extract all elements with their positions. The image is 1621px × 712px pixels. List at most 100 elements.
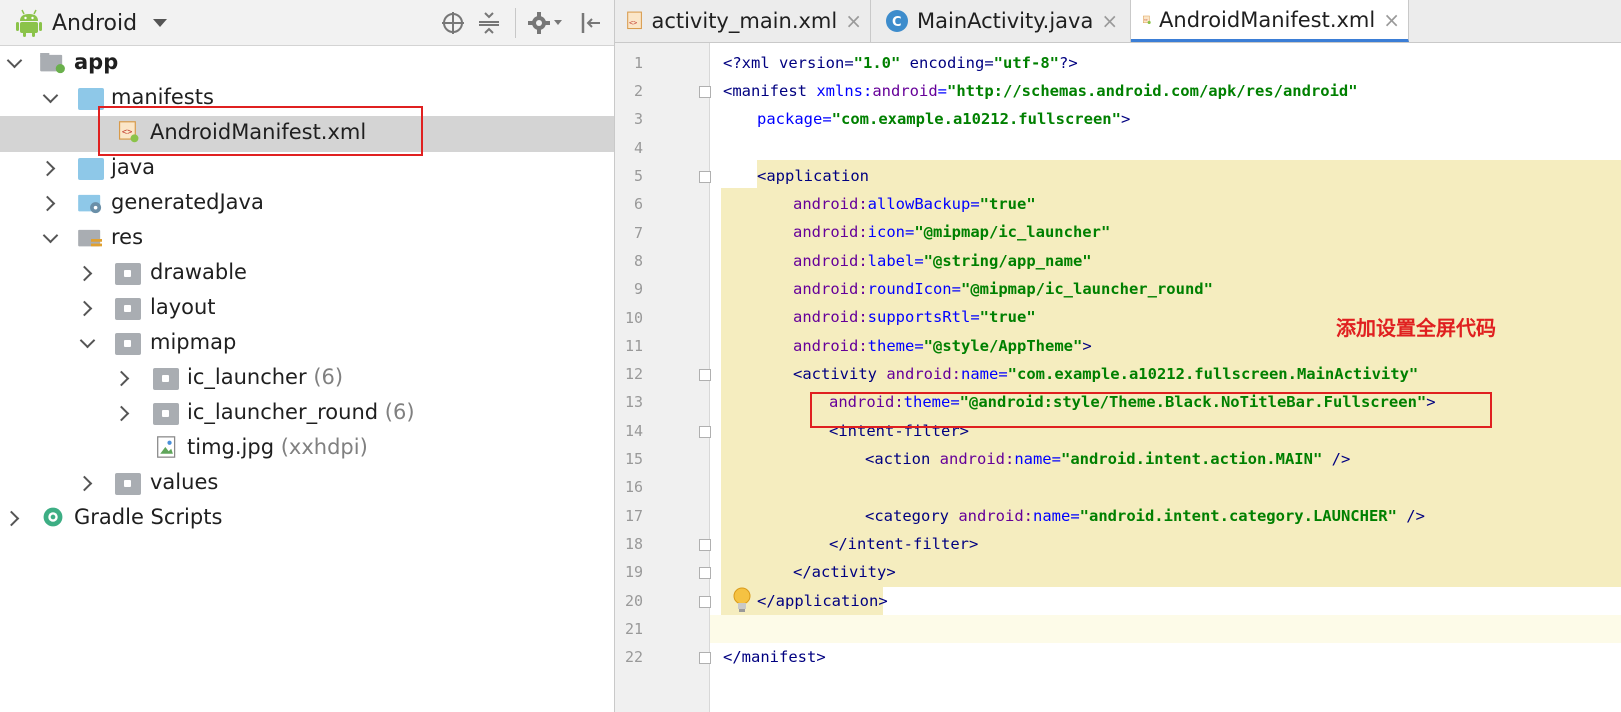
chevron-right-icon[interactable] bbox=[114, 373, 126, 385]
gradle-icon bbox=[43, 507, 63, 527]
tab-android-manifest[interactable]: <> AndroidManifest.xml × bbox=[1131, 0, 1409, 42]
xml-file-icon: <> bbox=[1143, 15, 1151, 24]
tree-row-timg[interactable]: timg.jpg (xxhdpi) bbox=[0, 431, 614, 467]
line-number: 6 bbox=[633, 195, 643, 213]
close-icon[interactable]: × bbox=[1101, 9, 1118, 33]
tree-label: ic_launcher_round (6) bbox=[187, 400, 415, 424]
folder-icon bbox=[153, 368, 179, 390]
chevron-right-icon[interactable] bbox=[40, 163, 52, 175]
collapse-all-icon[interactable] bbox=[477, 11, 501, 35]
resource-folder-icon bbox=[78, 229, 102, 247]
tree-row-ic-launcher[interactable]: ic_launcher (6) bbox=[0, 361, 614, 397]
tree-count: (6) bbox=[384, 400, 415, 424]
code-line-1: <?xml version="1.0" encoding="utf-8"?> bbox=[723, 54, 1078, 72]
line-number: 9 bbox=[633, 280, 643, 298]
tree-row-java[interactable]: java bbox=[0, 151, 614, 187]
code-line-8: android:label="@string/app_name" bbox=[793, 252, 1092, 270]
chevron-down-icon[interactable] bbox=[44, 93, 56, 105]
line-number: 18 bbox=[624, 535, 643, 553]
current-line-highlight bbox=[615, 615, 1621, 643]
line-number: 10 bbox=[624, 309, 643, 327]
scope-highlight bbox=[757, 160, 1621, 188]
lightbulb-icon[interactable] bbox=[732, 586, 752, 614]
chevron-right-icon[interactable] bbox=[77, 268, 89, 280]
tree-label: Gradle Scripts bbox=[74, 505, 223, 529]
tab-label: AndroidManifest.xml bbox=[1159, 7, 1376, 32]
chevron-down-icon bbox=[153, 19, 168, 27]
chevron-down-icon[interactable] bbox=[8, 58, 20, 70]
tree-row-values[interactable]: values bbox=[0, 466, 614, 502]
svg-text:<>: <> bbox=[1144, 17, 1148, 21]
line-number: 3 bbox=[633, 110, 643, 128]
tab-main-activity[interactable]: C MainActivity.java × bbox=[871, 0, 1131, 42]
fold-marker[interactable] bbox=[699, 369, 711, 381]
line-number: 12 bbox=[624, 365, 643, 383]
line-number: 2 bbox=[633, 82, 643, 100]
line-number: 8 bbox=[633, 252, 643, 270]
android-icon bbox=[16, 9, 42, 37]
line-number: 21 bbox=[624, 620, 643, 638]
folder-icon bbox=[153, 403, 179, 425]
hide-panel-icon[interactable] bbox=[578, 11, 602, 35]
tree-label: mipmap bbox=[150, 330, 237, 354]
code-line-11: android:theme="@style/AppTheme"> bbox=[793, 337, 1092, 355]
project-view-selector[interactable]: Android bbox=[16, 9, 168, 37]
code-line-12: <activity android:name="com.example.a102… bbox=[793, 365, 1419, 383]
code-editor: <> activity_main.xml × C MainActivity.ja… bbox=[615, 0, 1621, 712]
code-line-20: </application> bbox=[757, 592, 888, 610]
line-number: 4 bbox=[633, 139, 643, 157]
toolbar-divider bbox=[515, 8, 516, 38]
highlight-box-theme-line bbox=[810, 392, 1492, 428]
gear-icon[interactable] bbox=[527, 11, 551, 35]
fold-marker[interactable] bbox=[699, 652, 711, 664]
code-line-10: android:supportsRtl="true" bbox=[793, 308, 1036, 326]
code-line-19: </activity> bbox=[793, 563, 896, 581]
line-number: 22 bbox=[624, 648, 643, 666]
tree-row-drawable[interactable]: drawable bbox=[0, 256, 614, 292]
fold-marker[interactable] bbox=[699, 539, 711, 551]
tree-row-app[interactable]: app bbox=[0, 46, 614, 82]
tab-activity-main[interactable]: <> activity_main.xml × bbox=[615, 0, 871, 42]
generated-folder-icon bbox=[78, 194, 102, 214]
fold-marker[interactable] bbox=[699, 567, 711, 579]
tree-row-gradle-scripts[interactable]: Gradle Scripts bbox=[0, 501, 614, 537]
code-line-6: android:allowBackup="true" bbox=[793, 195, 1036, 213]
project-toolbar: Android bbox=[0, 0, 614, 46]
chevron-down-icon[interactable] bbox=[44, 233, 56, 245]
settings-dropdown-caret[interactable] bbox=[554, 20, 562, 25]
fold-marker[interactable] bbox=[699, 426, 711, 438]
code-line-17: <category android:name="android.intent.c… bbox=[865, 507, 1425, 525]
chevron-down-icon[interactable] bbox=[81, 338, 93, 350]
tree-row-layout[interactable]: layout bbox=[0, 291, 614, 327]
tree-label: java bbox=[111, 155, 155, 179]
locate-target-icon[interactable] bbox=[441, 11, 465, 35]
code-line-18: </intent-filter> bbox=[829, 535, 979, 553]
line-number: 14 bbox=[624, 422, 643, 440]
tree-row-ic-launcher-round[interactable]: ic_launcher_round (6) bbox=[0, 396, 614, 432]
chevron-right-icon[interactable] bbox=[40, 198, 52, 210]
line-number: 1 bbox=[633, 54, 643, 72]
close-icon[interactable]: × bbox=[1383, 8, 1400, 32]
fold-marker[interactable] bbox=[699, 86, 711, 98]
fold-marker[interactable] bbox=[699, 171, 711, 183]
tree-label: app bbox=[74, 50, 119, 74]
fold-marker[interactable] bbox=[699, 596, 711, 608]
annotation-note: 添加设置全屏代码 bbox=[1336, 316, 1496, 340]
folder-icon bbox=[78, 158, 104, 180]
line-number: 15 bbox=[624, 450, 643, 468]
chevron-right-icon[interactable] bbox=[77, 478, 89, 490]
close-icon[interactable]: × bbox=[845, 9, 862, 33]
tree-count: (xxhdpi) bbox=[280, 435, 368, 459]
tree-row-res[interactable]: res bbox=[0, 221, 614, 257]
code-line-9: android:roundIcon="@mipmap/ic_launcher_r… bbox=[793, 280, 1213, 298]
tree-row-mipmap[interactable]: mipmap bbox=[0, 326, 614, 362]
chevron-right-icon[interactable] bbox=[114, 408, 126, 420]
line-number: 19 bbox=[624, 563, 643, 581]
tree-row-generatedjava[interactable]: generatedJava bbox=[0, 186, 614, 222]
folder-icon bbox=[115, 263, 141, 285]
code-line-7: android:icon="@mipmap/ic_launcher" bbox=[793, 223, 1111, 241]
tree-label: values bbox=[150, 470, 219, 494]
line-number: 20 bbox=[624, 592, 643, 610]
chevron-right-icon[interactable] bbox=[77, 303, 89, 315]
chevron-right-icon[interactable] bbox=[4, 513, 16, 525]
